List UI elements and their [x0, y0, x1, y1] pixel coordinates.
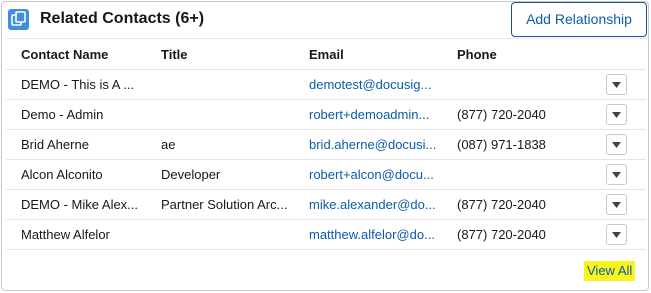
card-header: Related Contacts (6+) Add Relationship [2, 2, 648, 38]
contacts-table: Contact Name Title Email Phone DEMO - Th… [6, 38, 646, 250]
view-all-link[interactable]: View All [584, 261, 636, 281]
row-actions-button[interactable] [606, 104, 627, 125]
contact-email-link[interactable]: mike.alexander@do... [309, 190, 442, 220]
chevron-down-icon [612, 82, 621, 88]
contact-email-link[interactable]: demotest@docusig... [309, 70, 442, 100]
chevron-down-icon [612, 142, 621, 148]
contact-name-link[interactable]: DEMO - Mike Alex... [21, 190, 145, 220]
row-actions-button[interactable] [606, 194, 627, 215]
table-row: Alcon Alconito Developer robert+alcon@do… [6, 160, 646, 190]
contact-name-link[interactable]: Brid Aherne [21, 130, 145, 160]
related-contacts-card: Related Contacts (6+) Add Relationship C… [1, 1, 649, 291]
card-title: Related Contacts (6+) [40, 10, 205, 27]
contact-phone: (877) 720-2040 [457, 227, 546, 242]
row-actions-button[interactable] [606, 134, 627, 155]
table-row: Matthew Alfelor matthew.alfelor@do... (8… [6, 220, 646, 250]
chevron-down-icon [612, 112, 621, 118]
contact-phone: (877) 720-2040 [457, 197, 546, 212]
contact-email-link[interactable]: robert+alcon@docu... [309, 160, 442, 190]
chevron-down-icon [612, 172, 621, 178]
row-actions-button[interactable] [606, 224, 627, 245]
column-header-contact-name[interactable]: Contact Name [21, 39, 145, 71]
contact-phone: (087) 971-1838 [457, 137, 546, 152]
contact-title: Partner Solution Arc... [161, 197, 288, 212]
row-actions-button[interactable] [606, 164, 627, 185]
column-header-phone[interactable]: Phone [457, 39, 587, 71]
contact-email-link[interactable]: brid.aherne@docusi... [309, 130, 442, 160]
chevron-down-icon [612, 202, 621, 208]
table-row: DEMO - This is A ... demotest@docusig... [6, 70, 646, 100]
contact-email-link[interactable]: robert+demoadmin... [309, 100, 442, 130]
table-row: Brid Aherne ae brid.aherne@docusi... (08… [6, 130, 646, 160]
contact-email-link[interactable]: matthew.alfelor@do... [309, 220, 442, 250]
row-actions-button[interactable] [606, 74, 627, 95]
chevron-down-icon [612, 232, 621, 238]
contact-name-link[interactable]: Demo - Admin [21, 100, 145, 130]
table-header-row: Contact Name Title Email Phone [6, 38, 646, 70]
add-relationship-button[interactable]: Add Relationship [511, 2, 647, 37]
column-header-email[interactable]: Email [309, 39, 442, 71]
column-header-title[interactable]: Title [161, 39, 295, 71]
contact-name-link[interactable]: Alcon Alconito [21, 160, 145, 190]
contacts-object-icon [8, 9, 29, 30]
contact-name-link[interactable]: Matthew Alfelor [21, 220, 145, 250]
contact-name-link[interactable]: DEMO - This is A ... [21, 70, 145, 100]
contact-phone: (877) 720-2040 [457, 107, 546, 122]
contact-title: ae [161, 137, 176, 152]
table-row: Demo - Admin robert+demoadmin... (877) 7… [6, 100, 646, 130]
contact-title: Developer [161, 167, 221, 182]
table-row: DEMO - Mike Alex... Partner Solution Arc… [6, 190, 646, 220]
